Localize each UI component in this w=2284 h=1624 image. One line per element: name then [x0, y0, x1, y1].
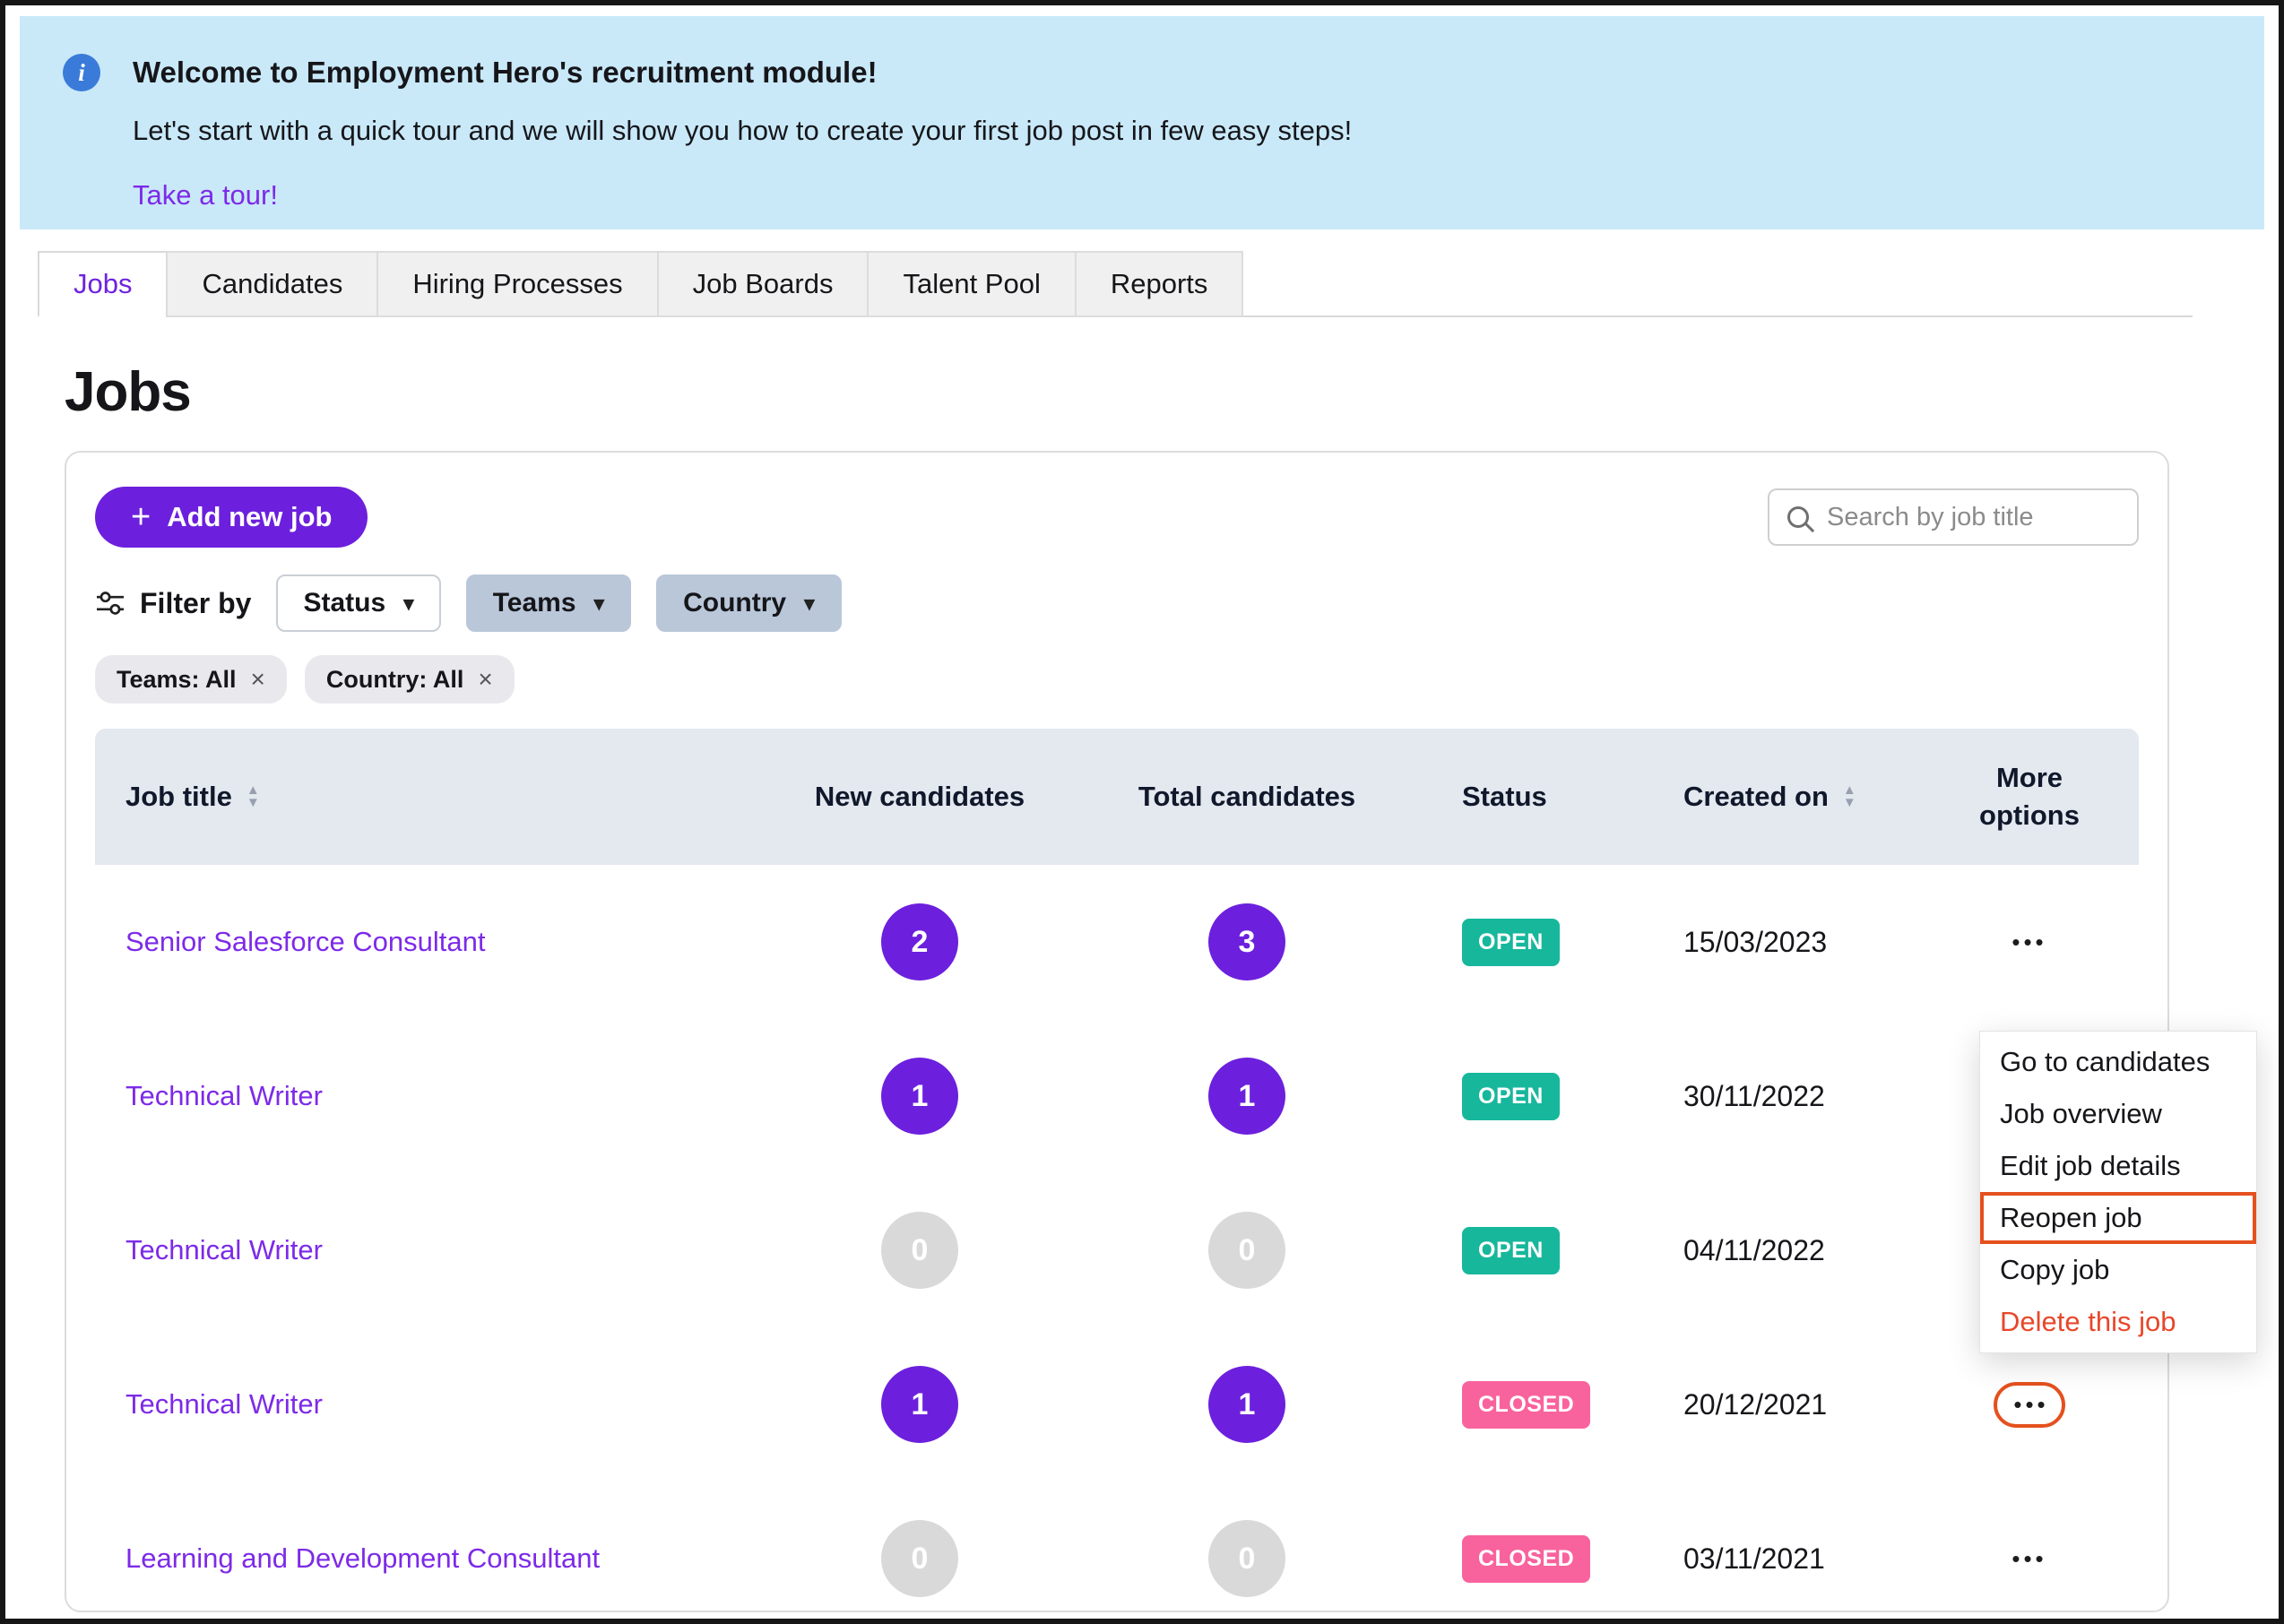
- job-title-link[interactable]: Senior Salesforce Consultant: [95, 926, 758, 958]
- remove-chip-icon[interactable]: ×: [478, 665, 492, 694]
- plus-icon: +: [131, 500, 151, 534]
- tab-candidates[interactable]: Candidates: [166, 251, 378, 317]
- search-input[interactable]: [1825, 502, 2119, 533]
- new-candidates-count: 0: [881, 1212, 958, 1289]
- new-candidates-count: 1: [881, 1366, 958, 1443]
- page-title: Jobs: [65, 360, 2279, 424]
- new-candidates-count: 2: [881, 903, 958, 980]
- status-badge: OPEN: [1462, 1227, 1560, 1274]
- take-a-tour-link[interactable]: Take a tour!: [133, 179, 278, 212]
- created-on-date: 15/03/2023: [1610, 926, 1924, 959]
- table-row: Technical Writer 1 1 CLOSED 20/12/2021 •…: [95, 1327, 2139, 1481]
- total-candidates-count: 0: [1208, 1520, 1285, 1597]
- job-search-box[interactable]: [1768, 488, 2139, 546]
- menu-item-delete-this-job[interactable]: Delete this job: [1980, 1296, 2256, 1348]
- more-options-button-active[interactable]: •••: [1994, 1382, 2064, 1428]
- col-new-candidates: New candidates: [758, 781, 1081, 813]
- search-icon: [1787, 506, 1809, 528]
- chevron-down-icon: ▾: [403, 592, 414, 616]
- menu-item-edit-job-details[interactable]: Edit job details: [1980, 1140, 2256, 1192]
- table-row: Learning and Development Consultant 0 0 …: [95, 1481, 2139, 1612]
- welcome-banner: i Welcome to Employment Hero's recruitme…: [20, 16, 2264, 229]
- jobs-card: + Add new job Filter by: [65, 451, 2169, 1612]
- created-on-date: 03/11/2021: [1610, 1542, 1924, 1576]
- created-on-date: 04/11/2022: [1610, 1234, 1924, 1267]
- col-more-options: More options: [1924, 759, 2135, 834]
- more-options-menu: Go to candidates Job overview Edit job d…: [1979, 1031, 2257, 1353]
- job-title-link[interactable]: Technical Writer: [95, 1388, 758, 1421]
- filter-sliders-icon: [95, 590, 125, 617]
- country-filter-dropdown[interactable]: Country ▾: [656, 574, 842, 632]
- created-on-date: 20/12/2021: [1610, 1388, 1924, 1421]
- status-badge: CLOSED: [1462, 1381, 1590, 1429]
- table-header: Job title ▲▼ New candidates Total candid…: [95, 729, 2139, 865]
- filter-by-text: Filter by: [140, 587, 251, 620]
- table-row: Technical Writer 0 0 OPEN 04/11/2022 •••: [95, 1173, 2139, 1327]
- menu-item-reopen-job[interactable]: Reopen job: [1980, 1192, 2256, 1244]
- total-candidates-count: 3: [1208, 903, 1285, 980]
- chip-country-label: Country: All: [326, 666, 463, 694]
- chevron-down-icon: ▾: [804, 592, 815, 616]
- add-new-job-button[interactable]: + Add new job: [95, 487, 368, 548]
- chip-teams-label: Teams: All: [117, 666, 237, 694]
- col-status: Status: [1413, 781, 1610, 813]
- chevron-down-icon: ▾: [594, 592, 605, 616]
- main-tabs: Jobs Candidates Hiring Processes Job Boa…: [38, 251, 2193, 317]
- job-title-link[interactable]: Technical Writer: [95, 1080, 758, 1112]
- tab-talent-pool[interactable]: Talent Pool: [867, 251, 1076, 317]
- job-title-link[interactable]: Learning and Development Consultant: [95, 1542, 758, 1575]
- teams-filter-dropdown[interactable]: Teams ▾: [466, 574, 631, 632]
- status-badge: CLOSED: [1462, 1535, 1590, 1583]
- menu-item-copy-job[interactable]: Copy job: [1980, 1244, 2256, 1296]
- new-candidates-count: 0: [881, 1520, 958, 1597]
- status-badge: OPEN: [1462, 919, 1560, 966]
- table-row: Technical Writer 1 1 OPEN 30/11/2022 •••: [95, 1019, 2139, 1173]
- filter-chip-country: Country: All ×: [305, 655, 515, 704]
- status-filter-dropdown[interactable]: Status ▾: [276, 574, 440, 632]
- more-options-button[interactable]: •••: [2001, 1538, 2057, 1580]
- total-candidates-count: 1: [1208, 1058, 1285, 1135]
- tab-jobs[interactable]: Jobs: [38, 251, 168, 317]
- total-candidates-count: 1: [1208, 1366, 1285, 1443]
- filter-chip-teams: Teams: All ×: [95, 655, 287, 704]
- table-row: Senior Salesforce Consultant 2 3 OPEN 15…: [95, 865, 2139, 1019]
- total-candidates-count: 0: [1208, 1212, 1285, 1289]
- status-filter-label: Status: [303, 588, 385, 618]
- info-icon: i: [63, 54, 100, 91]
- col-job-title: Job title: [125, 781, 232, 813]
- col-created-on: Created on: [1683, 781, 1829, 813]
- created-on-date: 30/11/2022: [1610, 1080, 1924, 1113]
- job-title-link[interactable]: Technical Writer: [95, 1234, 758, 1266]
- menu-item-go-to-candidates[interactable]: Go to candidates: [1980, 1036, 2256, 1088]
- add-new-job-label: Add new job: [167, 501, 332, 533]
- col-total-candidates: Total candidates: [1081, 781, 1413, 813]
- filter-by-label: Filter by: [95, 587, 251, 620]
- new-candidates-count: 1: [881, 1058, 958, 1135]
- banner-title: Welcome to Employment Hero's recruitment…: [133, 52, 1352, 90]
- sort-icon[interactable]: ▲▼: [247, 784, 260, 809]
- teams-filter-label: Teams: [493, 588, 576, 618]
- status-badge: OPEN: [1462, 1073, 1560, 1120]
- more-options-button[interactable]: •••: [2001, 921, 2057, 963]
- country-filter-label: Country: [683, 588, 786, 618]
- tab-reports[interactable]: Reports: [1075, 251, 1244, 317]
- banner-subtitle: Let's start with a quick tour and we wil…: [133, 115, 1352, 147]
- tab-job-boards[interactable]: Job Boards: [657, 251, 869, 317]
- app-window: i Welcome to Employment Hero's recruitme…: [0, 0, 2284, 1624]
- jobs-table: Job title ▲▼ New candidates Total candid…: [95, 729, 2139, 1612]
- sort-icon[interactable]: ▲▼: [1843, 784, 1856, 809]
- menu-item-job-overview[interactable]: Job overview: [1980, 1088, 2256, 1140]
- tab-hiring-processes[interactable]: Hiring Processes: [376, 251, 658, 317]
- remove-chip-icon[interactable]: ×: [251, 665, 265, 694]
